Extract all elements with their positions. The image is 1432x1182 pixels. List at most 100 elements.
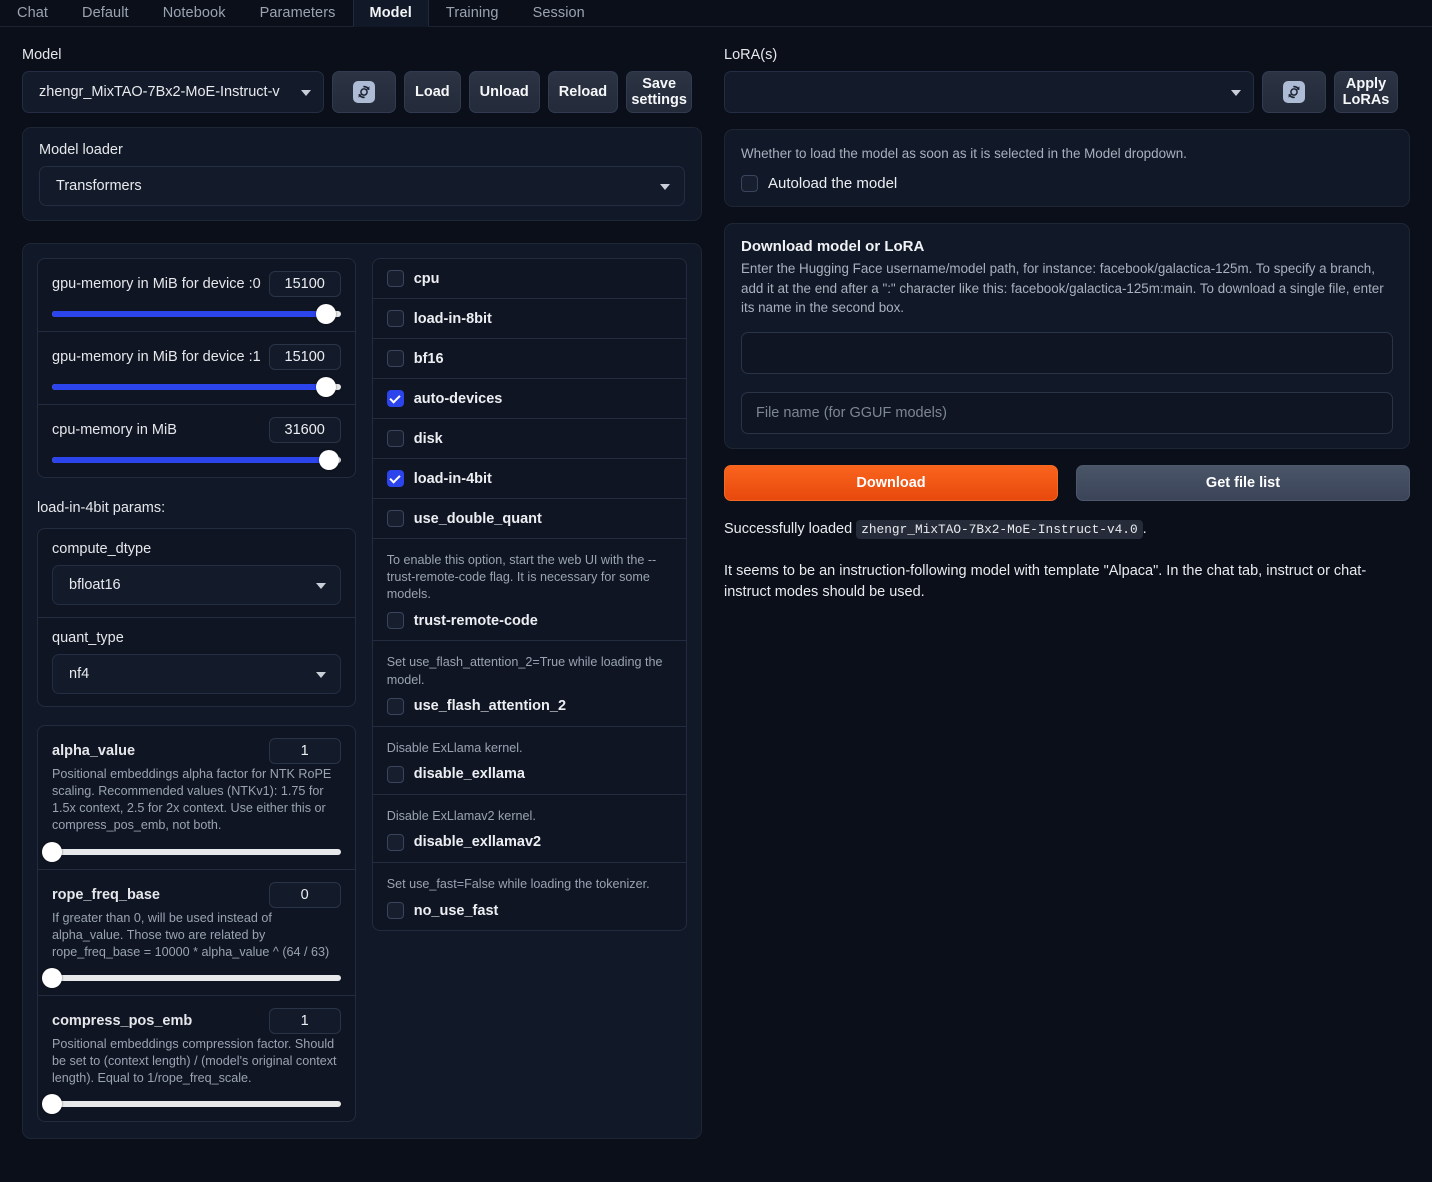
status-prefix: Successfully loaded — [724, 520, 853, 537]
load-button[interactable]: Load — [404, 71, 461, 113]
quant-selects-group: compute_dtype bfloat16 quant_type nf4 — [37, 528, 356, 707]
download-actions: Download Get file list — [724, 464, 1410, 501]
select-control[interactable]: bfloat16 — [52, 565, 341, 605]
checkbox-row-disable_exllama[interactable]: disable_exllama — [386, 765, 672, 783]
model-label: Model — [22, 47, 62, 63]
checkbox-load-in-4bit[interactable] — [386, 470, 404, 487]
apply-loras-button[interactable]: Apply LoRAs — [1334, 71, 1398, 113]
checkbox-label: no_use_fast — [413, 902, 499, 919]
load-in-4bit-params-heading: load-in-4bit params: — [37, 500, 166, 516]
chevron-down-icon — [1231, 90, 1241, 96]
slider-track[interactable] — [52, 450, 341, 470]
slider-value[interactable]: 1 — [268, 1007, 341, 1034]
checkbox-row-use_double_quant[interactable]: use_double_quant — [372, 499, 686, 539]
checkbox-description: Disable ExLlama kernel. — [386, 740, 523, 755]
model-dropdown-value: zhengr_MixTAO-7Bx2-MoE-Instruct-v — [39, 84, 280, 100]
loader-settings-panel: gpu-memory in MiB for device :0 15100 gpu-… — [22, 243, 702, 1140]
slider-track[interactable] — [52, 377, 341, 397]
chevron-down-icon — [315, 672, 326, 678]
download-button[interactable]: Download — [724, 464, 1058, 501]
tab-parameters[interactable]: Parameters — [243, 0, 353, 26]
checkbox-row-cpu[interactable]: cpu — [372, 259, 686, 299]
checkbox-row-use_flash_attention_2[interactable]: use_flash_attention_2 — [386, 697, 672, 715]
autoload-description: Whether to load the model as soon as it … — [741, 146, 1187, 161]
checkbox-disable_exllamav2[interactable] — [386, 833, 404, 851]
checkbox-auto-devices[interactable] — [386, 390, 404, 407]
slider-value[interactable]: 31600 — [268, 417, 341, 443]
unload-button[interactable]: Unload — [468, 71, 540, 113]
tab-notebook[interactable]: Notebook — [146, 0, 243, 26]
settings-column-right: cpu load-in-8bit bf16 auto-devices disk load-… — [371, 258, 687, 931]
slider-description: If greater than 0, will be used instead … — [52, 910, 330, 959]
checkbox-no_use_fast[interactable] — [386, 902, 404, 919]
autoload-checkbox-row[interactable]: Autoload the model — [741, 175, 1393, 193]
slider-row: gpu-memory in MiB for device :0 15100 — [38, 259, 355, 332]
lora-dropdown[interactable] — [724, 71, 1254, 113]
checkbox-cpu[interactable] — [386, 270, 404, 287]
checkbox-label: bf16 — [413, 350, 444, 367]
slider-label: gpu-memory in MiB for device :0 — [52, 276, 261, 292]
select-label: quant_type — [52, 630, 124, 646]
slider-label: rope_freq_base — [52, 886, 160, 903]
slider-track[interactable] — [42, 967, 341, 988]
slider-row: compress_pos_emb 1 Positional embeddings c… — [38, 996, 355, 1121]
checkbox-block-disable_exllama: Disable ExLlama kernel. disable_exllama — [372, 727, 686, 795]
chevron-down-icon — [660, 184, 670, 190]
checkbox-row-load-in-4bit[interactable]: load-in-4bit — [372, 459, 686, 499]
reload-button[interactable]: Reload — [547, 71, 619, 113]
checkbox-row-trust-remote-code[interactable]: trust-remote-code — [386, 612, 672, 630]
chevron-down-icon — [301, 90, 311, 96]
checkbox-row-auto-devices[interactable]: auto-devices — [372, 379, 686, 419]
refresh-lora-list-button[interactable] — [1262, 71, 1326, 113]
model-loader-panel: Model loader Transformers — [22, 127, 702, 221]
download-panel: Download model or LoRA Enter the Hugging… — [724, 223, 1410, 449]
select-control[interactable]: nf4 — [52, 654, 341, 694]
checkbox-disable_exllama[interactable] — [386, 765, 404, 783]
slider-label: alpha_value — [52, 743, 136, 759]
checkbox-label: use_double_quant — [413, 510, 542, 527]
checkbox-row-disk[interactable]: disk — [372, 419, 686, 459]
status-suffix: . — [1142, 520, 1147, 537]
lora-toolbar: Apply LoRAs — [724, 71, 1410, 113]
slider-label: cpu-memory in MiB — [52, 422, 177, 438]
get-file-list-button[interactable]: Get file list — [1076, 464, 1410, 501]
refresh-icon — [353, 81, 375, 103]
checkbox-row-disable_exllamav2[interactable]: disable_exllamav2 — [386, 833, 672, 851]
slider-value[interactable]: 1 — [268, 738, 341, 764]
checkbox-bf16[interactable] — [386, 350, 404, 367]
checkbox-use_double_quant[interactable] — [386, 510, 404, 527]
tab-session[interactable]: Session — [516, 0, 602, 26]
checkbox-row-no_use_fast[interactable]: no_use_fast — [386, 902, 672, 919]
checkbox-disk[interactable] — [386, 430, 404, 447]
slider-track[interactable] — [42, 1094, 341, 1115]
lora-label: LoRA(s) — [724, 47, 778, 63]
refresh-model-list-button[interactable] — [332, 71, 396, 113]
repo-path-input[interactable] — [741, 331, 1393, 374]
page-body: Model zhengr_MixTAO-7Bx2-MoE-Instruct-v — [0, 27, 1432, 1140]
slider-label: gpu-memory in MiB for device :1 — [52, 349, 261, 365]
autoload-checkbox[interactable] — [741, 175, 758, 193]
save-settings-button[interactable]: Save settings — [626, 71, 693, 113]
file-name-input[interactable]: File name (for GGUF models) — [741, 391, 1393, 434]
tab-chat[interactable]: Chat — [0, 0, 65, 26]
slider-value[interactable]: 15100 — [268, 271, 341, 297]
model-loader-select[interactable]: Transformers — [39, 166, 685, 206]
slider-value[interactable]: 15100 — [268, 344, 341, 370]
tab-default[interactable]: Default — [65, 0, 146, 26]
checkbox-block-disable_exllamav2: Disable ExLlamav2 kernel. disable_exllama… — [372, 795, 686, 863]
checkbox-load-in-8bit[interactable] — [386, 310, 404, 327]
checkbox-row-load-in-8bit[interactable]: load-in-8bit — [372, 299, 686, 339]
checkbox-row-bf16[interactable]: bf16 — [372, 339, 686, 379]
checkbox-use_flash_attention_2[interactable] — [386, 697, 404, 715]
checkbox-trust-remote-code[interactable] — [386, 612, 404, 630]
tab-model[interactable]: Model — [352, 0, 429, 27]
slider-track[interactable] — [52, 304, 341, 324]
slider-value[interactable]: 0 — [268, 881, 341, 908]
refresh-icon — [1283, 81, 1305, 103]
checkbox-label: disable_exllama — [413, 766, 525, 783]
checkbox-block-no_use_fast: Set use_fast=False while loading the tok… — [373, 863, 686, 930]
slider-track[interactable] — [42, 841, 341, 862]
tab-training[interactable]: Training — [429, 0, 516, 26]
model-dropdown[interactable]: zhengr_MixTAO-7Bx2-MoE-Instruct-v — [22, 71, 324, 113]
checkbox-block-use_flash_attention_2: Set use_flash_attention_2=True while loa… — [372, 641, 686, 727]
